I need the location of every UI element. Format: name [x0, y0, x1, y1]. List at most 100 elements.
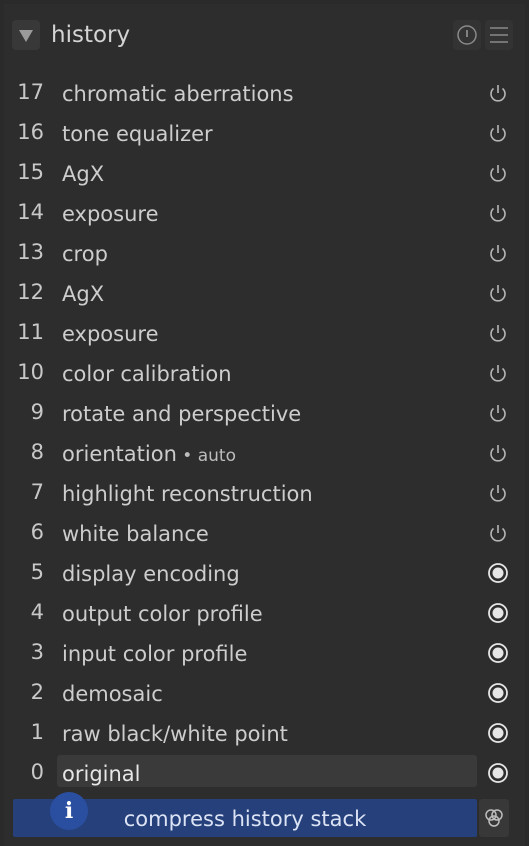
history-item-name: highlight reconstruction	[62, 482, 313, 506]
power-icon	[490, 485, 506, 502]
history-item-label: exposure	[62, 322, 159, 346]
history-item-label: display encoding	[62, 562, 240, 586]
history-item-label: input color profile	[62, 642, 247, 666]
always-on-icon	[488, 723, 508, 743]
history-item-label: AgX	[62, 162, 104, 186]
history-item[interactable]: 15 AgX	[4, 154, 525, 194]
collapse-button[interactable]	[12, 20, 40, 50]
power-icon	[490, 325, 506, 342]
history-item-label: raw black/white point	[62, 722, 288, 746]
history-item-label: exposure	[62, 202, 159, 226]
power-icon	[490, 165, 506, 182]
history-item-number: 1	[30, 720, 44, 744]
history-item-name: demosaic	[62, 682, 163, 706]
history-item[interactable]: 9 rotate and perspective	[4, 394, 525, 434]
history-item-label: chromatic aberrations	[62, 82, 294, 106]
create-style-icon	[485, 809, 503, 827]
history-item-number: 17	[17, 80, 44, 104]
history-item-number: 0	[30, 760, 44, 784]
history-item[interactable]: 17 chromatic aberrations	[4, 74, 525, 114]
history-item[interactable]: 13 crop	[4, 234, 525, 274]
always-on-icon	[488, 683, 508, 703]
history-item-number: 5	[30, 560, 44, 584]
history-item[interactable]: 12 AgX	[4, 274, 525, 314]
history-item-name: AgX	[62, 282, 105, 306]
power-icon	[490, 285, 506, 302]
create-style-button[interactable]	[479, 799, 509, 837]
history-item-label: crop	[62, 242, 108, 266]
history-item[interactable]: 10 color calibration	[4, 354, 525, 394]
history-item[interactable]: 8 orientation • auto	[4, 434, 525, 474]
history-item-number: 11	[17, 320, 44, 344]
always-on-icon	[488, 643, 508, 663]
history-item-name: white balance	[62, 522, 209, 546]
power-icon	[490, 405, 506, 422]
power-icon	[490, 205, 506, 222]
history-item-number: 16	[17, 120, 44, 144]
history-item[interactable]: 7 highlight reconstruction	[4, 474, 525, 514]
always-on-icon	[488, 603, 508, 623]
triangle-down-icon	[19, 30, 33, 42]
history-item-number: 6	[30, 520, 44, 544]
history-item-label: white balance	[62, 522, 209, 546]
history-item-number: 15	[17, 160, 44, 184]
power-icon	[490, 245, 506, 262]
history-item-name: tone equalizer	[62, 122, 213, 146]
history-item-name: color calibration	[62, 362, 232, 386]
history-item-label: tone equalizer	[62, 122, 213, 146]
history-item-label: output color profile	[62, 602, 263, 626]
history-item-number: 9	[30, 400, 44, 424]
history-item-label: rotate and perspective	[62, 402, 301, 426]
history-item-number: 4	[30, 600, 44, 624]
reset-button[interactable]	[453, 20, 481, 50]
history-item[interactable]: 14 exposure	[4, 194, 525, 234]
power-icon	[490, 85, 506, 102]
history-item-label: demosaic	[62, 682, 163, 706]
history-item-name: input color profile	[62, 642, 248, 666]
history-item[interactable]: 11 exposure	[4, 314, 525, 354]
history-item-name: chromatic aberrations	[62, 82, 294, 106]
power-icon	[490, 525, 506, 542]
history-item[interactable]: 2 demosaic	[4, 674, 525, 714]
history-item-name: raw black/white point	[62, 722, 288, 746]
panel-header: history	[4, 14, 525, 58]
history-panel: history 17 chromatic aberrations 16 tone eq…	[4, 4, 525, 846]
history-item-label: highlight reconstruction	[62, 482, 313, 506]
history-item-label: original	[62, 762, 141, 786]
presets-menu-button[interactable]	[485, 20, 513, 50]
history-item-name: output color profile	[62, 602, 263, 626]
history-item-name: orientation	[62, 442, 177, 466]
history-item-number: 13	[17, 240, 44, 264]
history-item[interactable]: 4 output color profile	[4, 594, 525, 634]
always-on-icon	[488, 763, 508, 783]
history-item-name: exposure	[62, 322, 159, 346]
history-item-number: 10	[17, 360, 44, 384]
reset-icon	[457, 25, 477, 45]
history-item-number: 12	[17, 280, 44, 304]
history-item-label: AgX	[62, 282, 104, 306]
history-item-name: exposure	[62, 202, 159, 226]
history-item-suffix: • auto	[176, 446, 236, 466]
history-item-name: original	[62, 762, 141, 786]
history-item-number: 3	[30, 640, 44, 664]
history-item[interactable]: 3 input color profile	[4, 634, 525, 674]
history-item-number: 8	[30, 440, 44, 464]
power-icon	[490, 365, 506, 382]
history-item[interactable]: 6 white balance	[4, 514, 525, 554]
power-icon	[490, 445, 506, 462]
history-item-name: AgX	[62, 162, 105, 186]
history-item-name: display encoding	[62, 562, 240, 586]
history-item[interactable]: 16 tone equalizer	[4, 114, 525, 154]
history-item-label: color calibration	[62, 362, 232, 386]
history-item-name: rotate and perspective	[62, 402, 302, 426]
history-item-label: orientation • auto	[62, 442, 236, 466]
history-item[interactable]: 0 original	[4, 754, 525, 794]
hamburger-menu-icon	[490, 27, 508, 43]
always-on-icon	[488, 563, 508, 583]
history-item[interactable]: 5 display encoding	[4, 554, 525, 594]
panel-title: history	[51, 22, 131, 48]
history-item-name: crop	[62, 242, 108, 266]
history-item[interactable]: 1 raw black/white point	[4, 714, 525, 754]
history-item-number: 2	[30, 680, 44, 704]
info-icon: i	[50, 792, 88, 830]
